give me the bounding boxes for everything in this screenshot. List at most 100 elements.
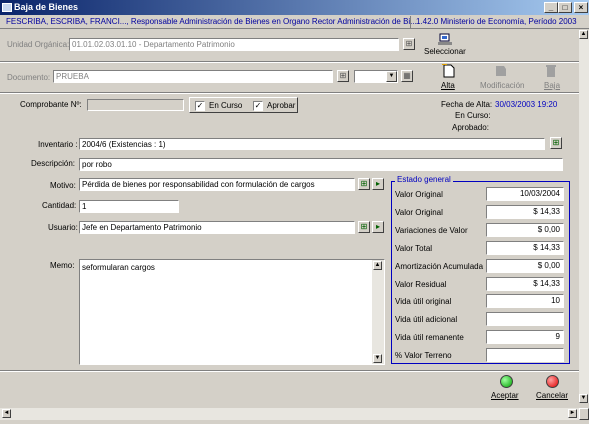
estado-general-legend: Estado general bbox=[395, 175, 453, 184]
estado-row-value: $ 0,00 bbox=[486, 259, 564, 273]
trash-icon bbox=[546, 65, 556, 77]
estado-row-label: Vida útil remanente bbox=[395, 333, 464, 342]
scroll-down-icon[interactable]: ▼ bbox=[579, 394, 588, 403]
alta-label: Alta bbox=[441, 81, 455, 90]
divider bbox=[0, 61, 589, 63]
memo-scrollbar[interactable]: ▲ ▼ bbox=[372, 260, 384, 364]
estado-row-label: Variaciones de Valor bbox=[395, 226, 468, 235]
estado-row-value: $ 14,33 bbox=[486, 205, 564, 219]
descripcion-field[interactable]: por robo bbox=[79, 158, 563, 171]
fecha-alta-value: 30/03/2003 19:20 bbox=[495, 100, 558, 109]
window-title-bar[interactable]: Baja de Bienes _ □ × bbox=[0, 0, 589, 15]
documento-label: Documento: bbox=[7, 73, 51, 82]
estado-row-value bbox=[486, 348, 564, 362]
maximize-button[interactable]: □ bbox=[558, 2, 572, 13]
motivo-detail-button[interactable]: ▸ bbox=[372, 178, 384, 190]
user-role-text: FESCRIBA, ESCRIBA, FRANCI..., Responsabl… bbox=[6, 17, 417, 26]
estado-row-label: Valor Original bbox=[395, 190, 443, 199]
descripcion-label: Descripción: bbox=[31, 159, 76, 168]
inventario-label: Inventario : bbox=[38, 140, 78, 149]
seleccionar-button[interactable]: Seleccionar bbox=[423, 33, 467, 57]
estado-row-label: Vida útil original bbox=[395, 297, 452, 306]
session-info-bar: FESCRIBA, ESCRIBA, FRANCI..., Responsabl… bbox=[0, 15, 589, 29]
estado-row-value bbox=[486, 312, 564, 326]
en-curso-checkbox[interactable]: ✓ bbox=[195, 101, 205, 111]
window-horizontal-scrollbar[interactable]: ◄ ► bbox=[0, 408, 579, 420]
lookup-icon: ⊞ bbox=[339, 71, 347, 80]
usuario-field[interactable]: Jefe en Departamento Patrimonio bbox=[79, 221, 355, 234]
aprobado-date-label: Aprobado: bbox=[452, 123, 489, 132]
resize-grip[interactable] bbox=[579, 408, 589, 420]
estado-row-value: $ 0,00 bbox=[486, 223, 564, 237]
scroll-down-icon[interactable]: ▼ bbox=[373, 354, 382, 363]
modificacion-button[interactable]: Modificación bbox=[478, 64, 524, 92]
comprobante-field bbox=[87, 99, 184, 111]
unidad-lookup-button[interactable]: ⊞ bbox=[403, 38, 415, 50]
edit-icon bbox=[496, 66, 506, 76]
baja-button[interactable]: Baja bbox=[541, 64, 563, 92]
alta-button[interactable]: Alta bbox=[436, 64, 462, 92]
cancelar-button[interactable]: Cancelar bbox=[533, 374, 573, 402]
divider bbox=[0, 370, 579, 372]
motivo-label: Motivo: bbox=[50, 181, 76, 190]
scroll-up-icon[interactable]: ▲ bbox=[579, 30, 588, 39]
documento-lookup-button[interactable]: ⊞ bbox=[337, 70, 349, 82]
select-icon bbox=[438, 33, 452, 45]
aprobar-checkbox[interactable]: ✓ bbox=[253, 101, 263, 111]
estado-row-value: 9 bbox=[486, 330, 564, 344]
estado-row-label: Valor Original bbox=[395, 208, 443, 217]
memo-text: seformularan cargos bbox=[82, 263, 155, 272]
accept-icon bbox=[500, 375, 513, 388]
modificacion-label: Modificación bbox=[480, 81, 525, 90]
lookup-icon: ⊞ bbox=[552, 138, 560, 147]
lookup-icon: ⊞ bbox=[360, 179, 368, 188]
aprobar-label: Aprobar bbox=[267, 101, 296, 110]
en-curso-date-label: En Curso: bbox=[455, 111, 491, 120]
en-curso-label: En Curso bbox=[209, 101, 243, 110]
motivo-field[interactable]: Pérdida de bienes por responsabilidad co… bbox=[79, 178, 355, 191]
chevron-down-icon[interactable]: ▼ bbox=[386, 71, 397, 82]
estado-row-label: Amortización Acumulada bbox=[395, 262, 484, 271]
estado-row-label: Vida útil adicional bbox=[395, 315, 458, 324]
documento-extra-button[interactable]: ▦ bbox=[401, 70, 413, 82]
scroll-right-icon[interactable]: ► bbox=[568, 409, 577, 418]
lookup-icon: ⊞ bbox=[405, 39, 413, 48]
aceptar-label: Aceptar bbox=[491, 391, 519, 400]
scroll-left-icon[interactable]: ◄ bbox=[2, 409, 11, 418]
inventario-lookup-button[interactable]: ⊞ bbox=[550, 137, 562, 149]
seleccionar-label: Seleccionar bbox=[424, 47, 466, 56]
version-period-text: 1.42.0 Ministerio de Economía, Período 2… bbox=[416, 17, 577, 26]
grid-icon: ▦ bbox=[403, 71, 411, 80]
estado-row-value: 10 bbox=[486, 294, 564, 308]
unidad-field[interactable]: 01.01.02.03.01.10 - Departamento Patrimo… bbox=[69, 38, 399, 51]
unidad-label: Unidad Orgánica: bbox=[7, 40, 70, 49]
estado-row-value: $ 14,33 bbox=[486, 241, 564, 255]
usuario-detail-button[interactable]: ▸ bbox=[372, 221, 384, 233]
documento-field[interactable]: PRUEBA bbox=[53, 70, 333, 83]
cancelar-label: Cancelar bbox=[536, 391, 569, 400]
comprobante-label: Comprobante Nº: bbox=[20, 100, 82, 109]
usuario-label: Usuario: bbox=[48, 223, 78, 232]
baja-label: Baja bbox=[544, 81, 561, 90]
close-button[interactable]: × bbox=[574, 2, 588, 13]
estado-row-value: 10/03/2004 bbox=[486, 187, 564, 201]
scroll-up-icon[interactable]: ▲ bbox=[373, 261, 382, 270]
estado-row-label: % Valor Terreno bbox=[395, 351, 452, 360]
aceptar-button[interactable]: Aceptar bbox=[488, 374, 526, 402]
motivo-lookup-button[interactable]: ⊞ bbox=[358, 178, 370, 190]
window-vertical-scrollbar[interactable]: ▲ ▼ bbox=[579, 30, 589, 403]
memo-textarea[interactable]: seformularan cargos ▲ ▼ bbox=[79, 259, 385, 365]
info-separator bbox=[410, 16, 411, 28]
inventario-field[interactable]: 2004/6 (Existencias : 1) bbox=[79, 138, 545, 150]
status-checkbox-group: ✓ En Curso ✓ Aprobar bbox=[189, 97, 298, 113]
documento-combo[interactable]: ▼ bbox=[354, 70, 398, 83]
expand-icon: ▸ bbox=[375, 179, 380, 188]
cantidad-field[interactable]: 1 bbox=[79, 200, 179, 213]
estado-row-label: Valor Residual bbox=[395, 280, 447, 289]
divider bbox=[0, 92, 589, 94]
estado-row-label: Valor Total bbox=[395, 244, 433, 253]
expand-icon: ▸ bbox=[375, 222, 380, 231]
lookup-icon: ⊞ bbox=[360, 222, 368, 231]
usuario-lookup-button[interactable]: ⊞ bbox=[358, 221, 370, 233]
minimize-button[interactable]: _ bbox=[544, 2, 558, 13]
